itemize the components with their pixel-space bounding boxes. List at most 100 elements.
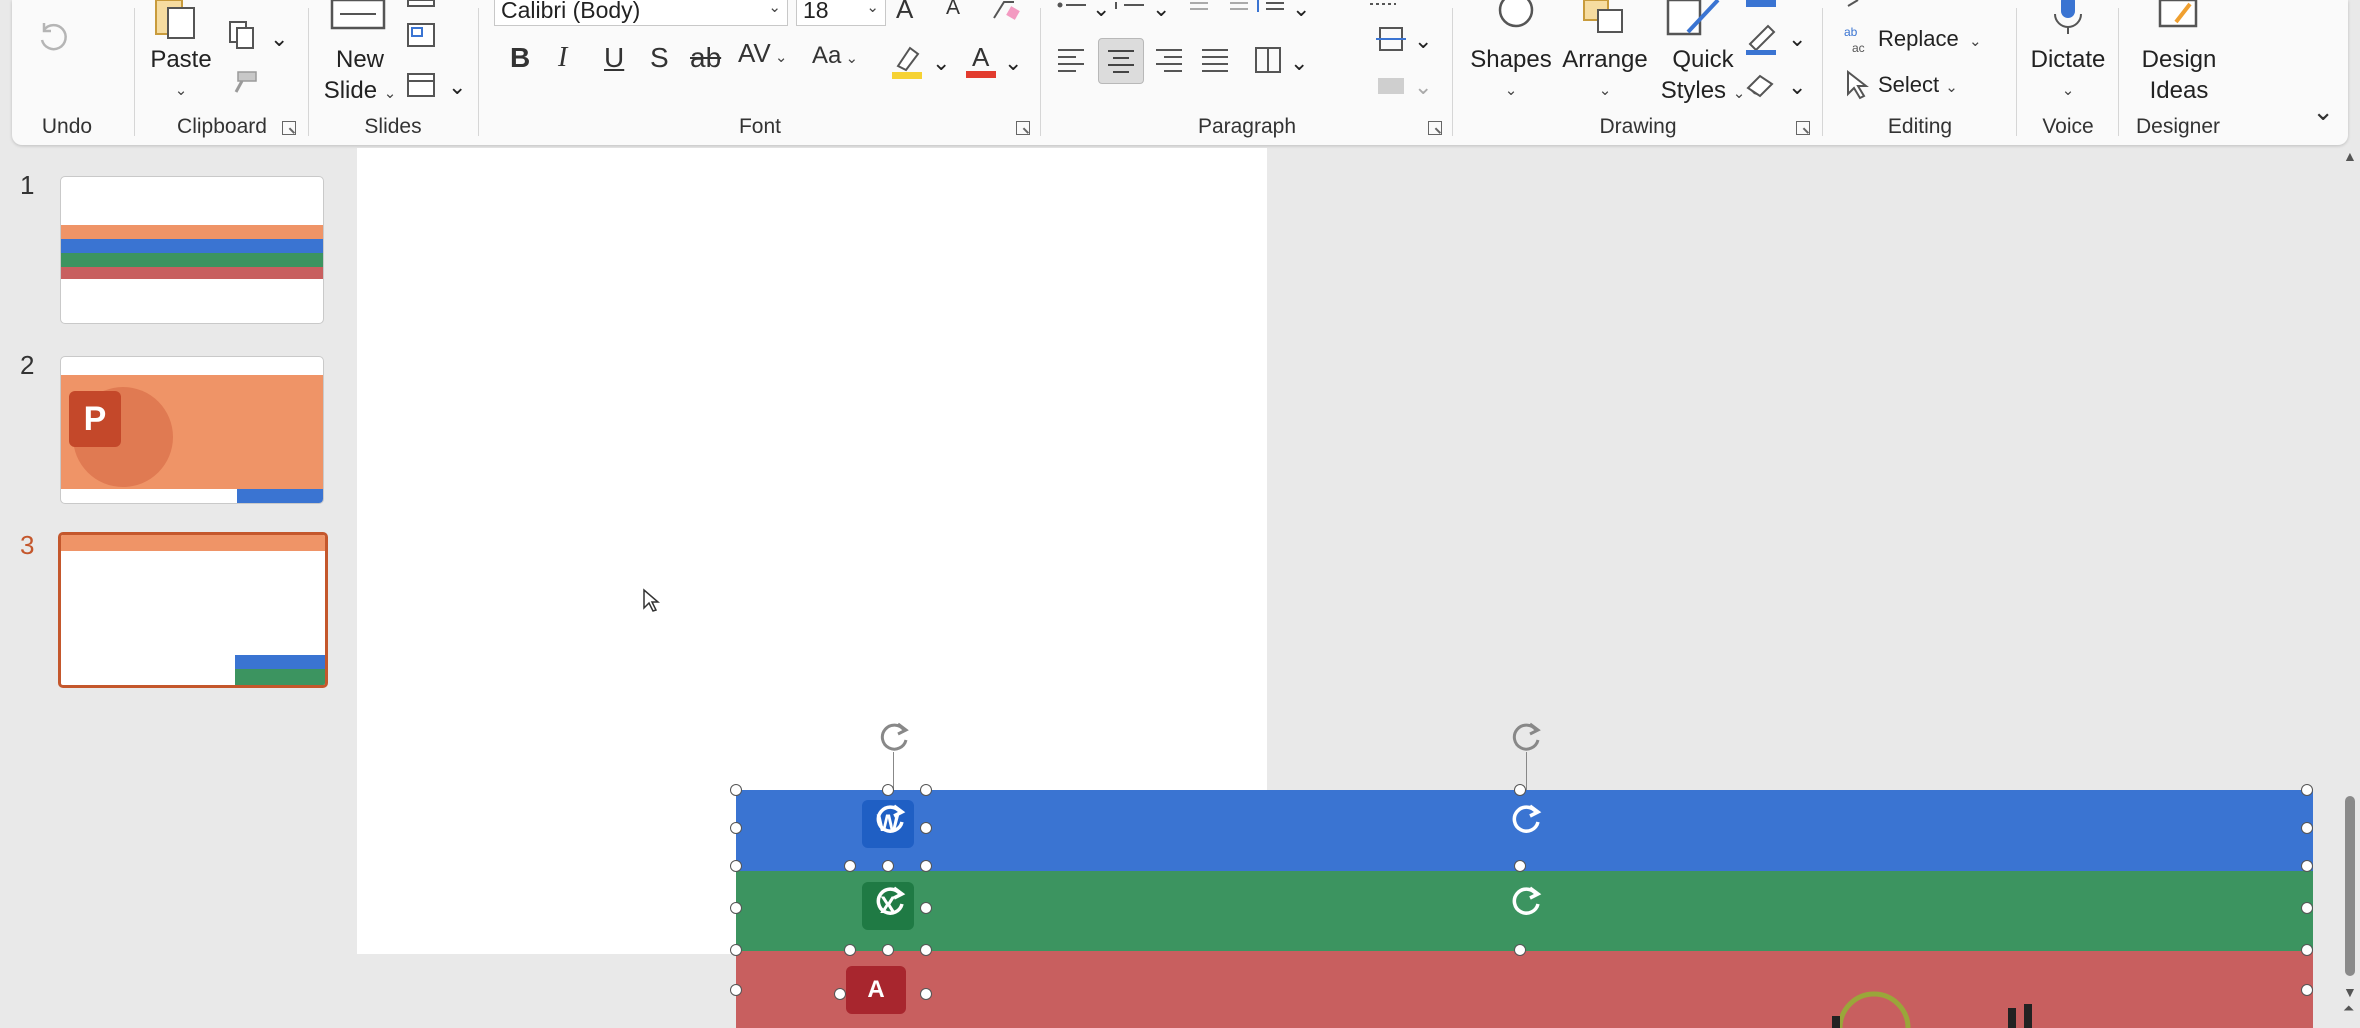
convert-to-smartart-icon[interactable] [1376,72,1406,98]
copy-dropdown-icon[interactable]: ⌄ [270,26,288,52]
resize-handle[interactable] [1514,860,1526,872]
italic-button[interactable]: I [558,42,567,74]
new-slide-dropdown-icon[interactable]: ⌄ [384,85,397,102]
align-text-dropdown-icon[interactable]: ⌄ [1414,28,1432,54]
columns-icon[interactable] [1254,46,1282,74]
numbering-dropdown-icon[interactable]: ⌄ [1152,0,1170,22]
rotate-handle-icon[interactable] [1506,882,1546,922]
resize-handle[interactable] [730,860,742,872]
slide-thumbnail-1[interactable] [60,176,324,324]
resize-handle[interactable] [1514,944,1526,956]
align-text-icon[interactable] [1376,26,1406,52]
rotate-handle-icon[interactable] [870,800,910,840]
select-button[interactable]: Select ⌄ [1878,72,1958,98]
text-shadow-button[interactable]: S [650,42,669,74]
font-size-combobox[interactable]: 18 ⌄ [796,0,886,26]
resize-handle[interactable] [882,944,894,956]
line-spacing-icon[interactable] [1254,0,1286,14]
collapse-ribbon-icon[interactable]: ⌄ [2312,96,2334,127]
resize-handle[interactable] [2301,822,2313,834]
increase-indent-icon[interactable] [1218,0,1250,14]
copy-icon[interactable] [228,20,256,50]
arrange-button[interactable]: Arrange ⌄ [1556,44,1654,106]
shape-fill-icon[interactable] [1744,0,1778,10]
shape-outline-icon[interactable] [1744,22,1778,56]
font-color-icon[interactable]: A [964,42,998,80]
dictate-button[interactable]: Dictate ⌄ [2018,44,2118,106]
grow-font-button[interactable]: A [896,0,913,25]
font-color-dropdown-icon[interactable]: ⌄ [1004,50,1022,76]
resize-handle[interactable] [920,988,932,1000]
resize-handle[interactable] [730,902,742,914]
font-family-dropdown-icon[interactable]: ⌄ [768,0,781,18]
vertical-scrollbar[interactable]: ▲ ▼ ⏶ [2340,148,2360,1028]
resize-handle[interactable] [920,784,932,796]
new-slide-button[interactable]: New Slide ⌄ [310,44,410,109]
resize-handle[interactable] [920,902,932,914]
rotate-handle-icon[interactable] [1506,800,1546,840]
rotate-handle-icon[interactable] [874,718,914,758]
paste-button[interactable]: Paste ⌄ [138,44,224,106]
shapes-button[interactable]: Shapes ⌄ [1466,44,1556,106]
font-size-dropdown-icon[interactable]: ⌄ [866,0,879,18]
resize-handle[interactable] [2301,860,2313,872]
quick-styles-button[interactable]: Quick Styles ⌄ [1650,44,1756,109]
align-right-icon[interactable] [1154,46,1184,74]
shapes-dropdown-icon[interactable]: ⌄ [1466,75,1556,106]
replace-button[interactable]: Replace ⌄ [1878,26,1982,52]
paste-dropdown-icon[interactable]: ⌄ [138,75,224,106]
align-left-icon[interactable] [1056,46,1086,74]
resize-handle[interactable] [920,944,932,956]
previous-slide-icon[interactable]: ⏶ [2343,1000,2354,1017]
replace-dropdown-icon[interactable]: ⌄ [1965,33,1982,50]
text-direction-icon[interactable] [1368,0,1398,10]
strikethrough-button[interactable]: ab [690,42,721,74]
scroll-down-icon[interactable]: ▼ [2343,984,2357,1000]
justify-icon[interactable] [1200,46,1230,74]
resize-handle[interactable] [730,784,742,796]
resize-handle[interactable] [920,822,932,834]
resize-handle[interactable] [882,784,894,796]
resize-handle[interactable] [730,944,742,956]
rotate-handle-icon[interactable] [870,882,910,922]
clipboard-launcher-icon[interactable] [282,121,296,135]
resize-handle[interactable] [2301,944,2313,956]
bullets-dropdown-icon[interactable]: ⌄ [1092,0,1110,22]
layout-icon[interactable] [406,0,436,8]
resize-handle[interactable] [834,988,846,1000]
access-app-icon[interactable]: A [846,966,906,1014]
numbering-icon[interactable] [1114,0,1146,14]
scroll-up-icon[interactable]: ▲ [2343,148,2357,164]
highlight-color-icon[interactable] [890,44,924,80]
shape-outline-dropdown-icon[interactable]: ⌄ [1788,26,1806,52]
underline-button[interactable]: U [604,42,624,74]
change-case-button[interactable]: Aa ⌄ [812,42,858,70]
shape-effects-dropdown-icon[interactable]: ⌄ [1788,74,1806,100]
resize-handle[interactable] [1514,784,1526,796]
resize-handle[interactable] [730,984,742,996]
resize-handle[interactable] [882,860,894,872]
bold-button[interactable]: B [510,42,530,74]
character-spacing-button[interactable]: AV ⌄ [738,38,788,69]
font-family-combobox[interactable]: Calibri (Body) ⌄ [494,0,788,26]
resize-handle[interactable] [844,860,856,872]
line-spacing-dropdown-icon[interactable]: ⌄ [1292,0,1310,22]
columns-dropdown-icon[interactable]: ⌄ [1290,50,1308,76]
dictate-dropdown-icon[interactable]: ⌄ [2018,75,2118,106]
clear-formatting-icon[interactable] [990,0,1022,22]
slide-thumbnail-2[interactable]: P [60,356,324,504]
scrollbar-thumb[interactable] [2345,796,2355,976]
bullets-icon[interactable] [1056,0,1088,14]
format-painter-icon[interactable] [230,70,260,96]
access-band-shape[interactable] [736,951,2313,1028]
resize-handle[interactable] [2301,984,2313,996]
smartart-dropdown-icon[interactable]: ⌄ [1414,74,1432,100]
decrease-indent-icon[interactable] [1178,0,1210,14]
section-dropdown-icon[interactable]: ⌄ [448,74,466,100]
resize-handle[interactable] [844,944,856,956]
resize-handle[interactable] [920,860,932,872]
find-icon[interactable] [1842,0,1872,8]
arrange-dropdown-icon[interactable]: ⌄ [1556,75,1654,106]
slide-thumbnail-3[interactable] [58,532,328,688]
resize-handle[interactable] [2301,784,2313,796]
